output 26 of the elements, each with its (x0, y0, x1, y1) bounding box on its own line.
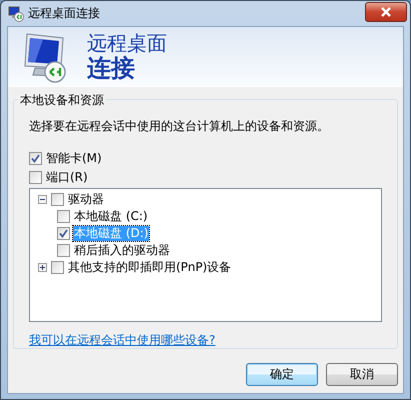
checkbox-label[interactable]: 稍后插入的驱动器 (73, 243, 171, 258)
help-link[interactable]: 我可以在远程会话中使用哪些设备? (29, 332, 216, 349)
checkbox[interactable] (51, 261, 64, 274)
dialog-button[interactable]: 确定 (246, 363, 318, 386)
checkbox[interactable] (57, 244, 70, 257)
header-title: 远程桌面 (87, 32, 167, 54)
checkbox-label[interactable]: 端口(R) (45, 170, 89, 185)
expand-icon[interactable] (38, 263, 47, 272)
checkbox[interactable] (51, 193, 64, 206)
dialog-button[interactable]: 取消 (326, 363, 398, 386)
checkbox-label[interactable]: 智能卡(M) (45, 151, 103, 166)
checkbox-label[interactable]: 其他支持的即插即用(PnP)设备 (67, 260, 232, 275)
checkbox[interactable] (57, 227, 70, 240)
close-icon (380, 6, 392, 16)
checkbox[interactable] (57, 210, 70, 223)
description-text: 选择要在远程会话中使用的这台计算机上的设备和资源。 (29, 118, 330, 135)
header-subtitle: 连接 (87, 54, 136, 82)
checkbox[interactable] (29, 152, 42, 165)
close-button[interactable] (365, 2, 407, 22)
checkbox[interactable] (29, 171, 42, 184)
checkbox-label[interactable]: 驱动器 (67, 192, 105, 207)
collapse-icon[interactable] (38, 195, 47, 204)
remote-desktop-icon (8, 6, 24, 22)
checkbox-label[interactable]: 本地磁盘 (C:) (73, 209, 149, 224)
window-title: 远程桌面连接 (28, 5, 101, 22)
group-title: 本地设备和资源 (18, 92, 106, 109)
